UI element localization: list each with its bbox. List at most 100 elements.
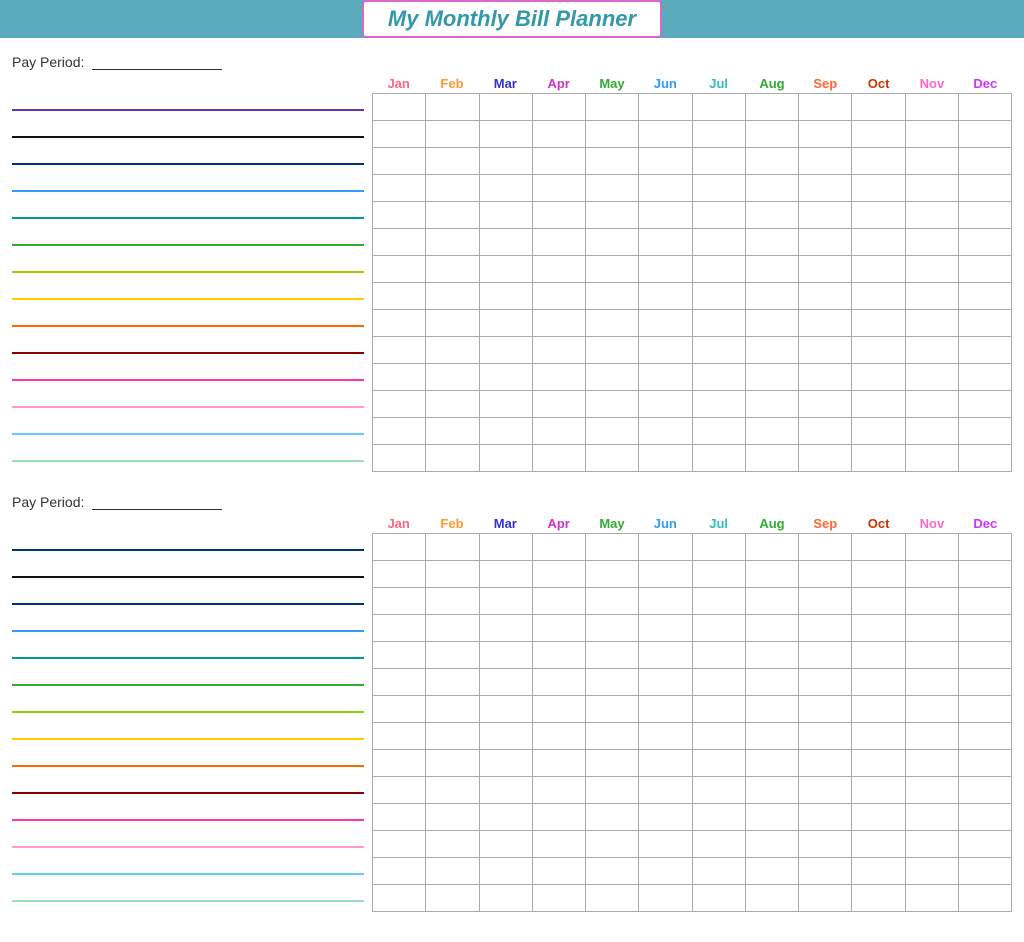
page-title: My Monthly Bill Planner	[388, 6, 636, 32]
table-row[interactable]	[373, 445, 1012, 472]
list-item	[12, 833, 364, 860]
table-row[interactable]	[373, 777, 1012, 804]
table-row[interactable]	[373, 669, 1012, 696]
list-item	[12, 617, 364, 644]
month-apr: Apr	[532, 76, 585, 93]
pay-period-label-2: Pay Period:	[12, 494, 1012, 510]
month-jul-2: Jul	[692, 516, 745, 533]
list-item	[12, 725, 364, 752]
month-feb-2: Feb	[425, 516, 478, 533]
planner-area-2: Jan Feb Mar Apr May Jun Jul Aug Sep Oct …	[12, 516, 1012, 914]
table-row[interactable]	[373, 256, 1012, 283]
main-content: Pay Period:	[0, 38, 1024, 942]
list-item	[12, 644, 364, 671]
table-row[interactable]	[373, 804, 1012, 831]
list-item	[12, 752, 364, 779]
pay-period-line-2[interactable]	[92, 509, 222, 510]
table-row[interactable]	[373, 364, 1012, 391]
list-item	[12, 258, 364, 285]
table-row[interactable]	[373, 94, 1012, 121]
list-item	[12, 177, 364, 204]
section-2: Pay Period:	[12, 494, 1012, 914]
month-dec: Dec	[959, 76, 1012, 93]
month-jun-2: Jun	[639, 516, 692, 533]
month-header-row-2: Jan Feb Mar Apr May Jun Jul Aug Sep Oct …	[372, 516, 1012, 533]
list-item	[12, 671, 364, 698]
list-item	[12, 339, 364, 366]
month-mar: Mar	[479, 76, 532, 93]
list-item	[12, 563, 364, 590]
month-feb: Feb	[425, 76, 478, 93]
month-nov: Nov	[905, 76, 958, 93]
list-item	[12, 447, 364, 474]
month-jan-2: Jan	[372, 516, 425, 533]
month-header-row-1: Jan Feb Mar Apr May Jun Jul Aug Sep Oct …	[372, 76, 1012, 93]
list-item	[12, 806, 364, 833]
list-item	[12, 285, 364, 312]
list-item	[12, 366, 364, 393]
grid-area-2: Jan Feb Mar Apr May Jun Jul Aug Sep Oct …	[372, 516, 1012, 912]
month-aug: Aug	[745, 76, 798, 93]
table-row[interactable]	[373, 175, 1012, 202]
month-sep-2: Sep	[799, 516, 852, 533]
bill-grid-2	[372, 533, 1012, 912]
table-row[interactable]	[373, 310, 1012, 337]
table-row[interactable]	[373, 534, 1012, 561]
table-row[interactable]	[373, 202, 1012, 229]
top-banner: My Monthly Bill Planner	[0, 0, 1024, 38]
list-item	[12, 779, 364, 806]
month-may-2: May	[585, 516, 638, 533]
section-1: Pay Period:	[12, 54, 1012, 474]
month-oct: Oct	[852, 76, 905, 93]
month-mar-2: Mar	[479, 516, 532, 533]
list-item	[12, 231, 364, 258]
month-jun: Jun	[639, 76, 692, 93]
list-item	[12, 887, 364, 914]
table-row[interactable]	[373, 615, 1012, 642]
title-box: My Monthly Bill Planner	[362, 0, 662, 38]
list-item	[12, 590, 364, 617]
table-row[interactable]	[373, 283, 1012, 310]
month-oct-2: Oct	[852, 516, 905, 533]
table-row[interactable]	[373, 696, 1012, 723]
list-item	[12, 393, 364, 420]
list-item	[12, 536, 364, 563]
table-row[interactable]	[373, 418, 1012, 445]
pay-period-line-1[interactable]	[92, 69, 222, 70]
list-item	[12, 150, 364, 177]
table-row[interactable]	[373, 337, 1012, 364]
month-nov-2: Nov	[905, 516, 958, 533]
month-apr-2: Apr	[532, 516, 585, 533]
pay-period-label-1: Pay Period:	[12, 54, 1012, 70]
list-item	[12, 123, 364, 150]
table-row[interactable]	[373, 750, 1012, 777]
list-item	[12, 698, 364, 725]
table-row[interactable]	[373, 121, 1012, 148]
table-row[interactable]	[373, 391, 1012, 418]
list-item	[12, 420, 364, 447]
table-row[interactable]	[373, 885, 1012, 912]
bill-grid-1	[372, 93, 1012, 472]
table-row[interactable]	[373, 642, 1012, 669]
month-sep: Sep	[799, 76, 852, 93]
month-aug-2: Aug	[745, 516, 798, 533]
list-item	[12, 860, 364, 887]
table-row[interactable]	[373, 588, 1012, 615]
list-item	[12, 204, 364, 231]
month-jul: Jul	[692, 76, 745, 93]
lines-column-2	[12, 516, 372, 914]
planner-area-1: Jan Feb Mar Apr May Jun Jul Aug Sep Oct …	[12, 76, 1012, 474]
table-row[interactable]	[373, 148, 1012, 175]
month-jan: Jan	[372, 76, 425, 93]
list-item	[12, 96, 364, 123]
table-row[interactable]	[373, 858, 1012, 885]
table-row[interactable]	[373, 831, 1012, 858]
lines-column-1	[12, 76, 372, 474]
table-row[interactable]	[373, 723, 1012, 750]
month-dec-2: Dec	[959, 516, 1012, 533]
grid-area-1: Jan Feb Mar Apr May Jun Jul Aug Sep Oct …	[372, 76, 1012, 472]
month-may: May	[585, 76, 638, 93]
table-row[interactable]	[373, 229, 1012, 256]
list-item	[12, 312, 364, 339]
table-row[interactable]	[373, 561, 1012, 588]
